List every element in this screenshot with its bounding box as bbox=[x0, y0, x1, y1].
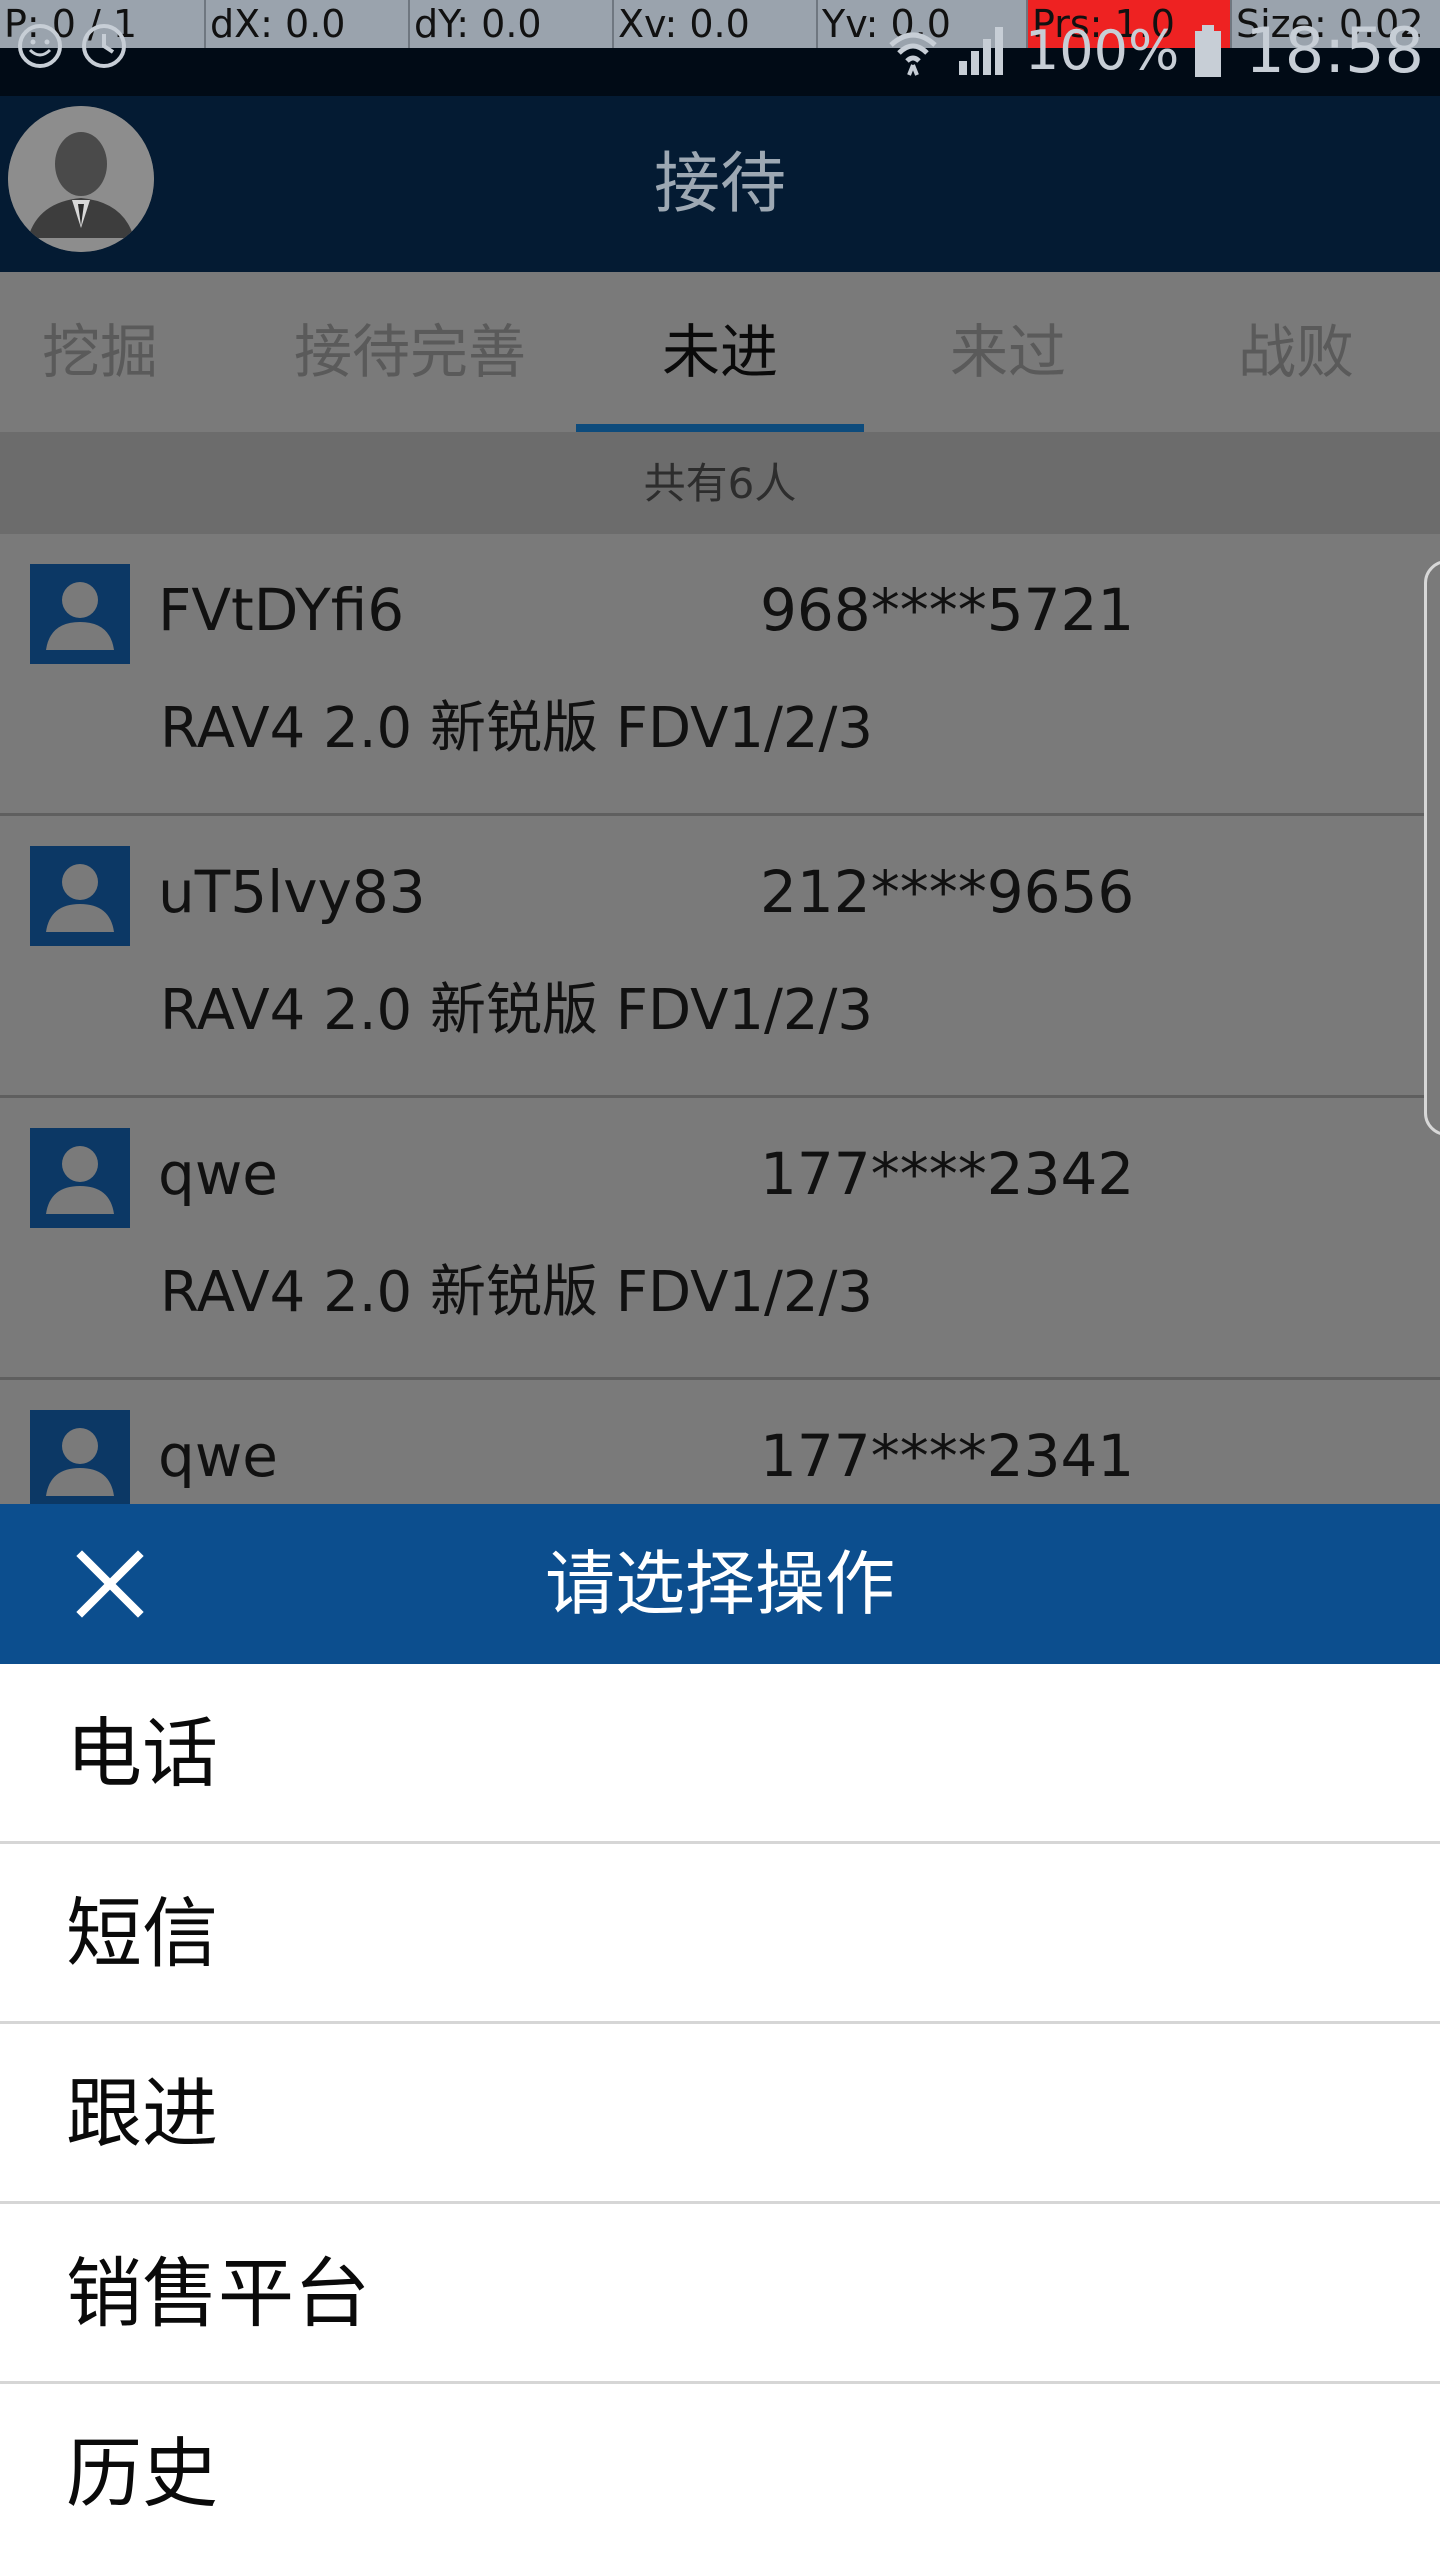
option-label: 销售平台 bbox=[66, 2249, 370, 2338]
customer-phone: 177****2341 bbox=[760, 1422, 1135, 1490]
contact-icon bbox=[30, 846, 130, 946]
option-sales-platform[interactable]: 销售平台 bbox=[0, 2204, 1440, 2384]
customer-model: RAV4 2.0 新锐版 FDV1/2/3 bbox=[160, 978, 874, 1043]
clock: 18:58 bbox=[1245, 14, 1424, 87]
customer-phone: 968****5721 bbox=[760, 576, 1135, 644]
tab-bar: 挖掘 接待完善 未进 来过 战败 bbox=[0, 272, 1440, 434]
signal-icon bbox=[958, 26, 1003, 75]
option-label: 电话 bbox=[66, 1709, 218, 1798]
debug-xv: Xv: 0.0 bbox=[612, 0, 816, 48]
tab-reception-complete[interactable]: 接待完善 bbox=[260, 272, 560, 432]
status-right-icons: 100% 18:58 bbox=[885, 14, 1424, 87]
active-tab-indicator bbox=[576, 424, 864, 432]
list-item[interactable]: uT5lvy83 212****9656 RAV4 2.0 新锐版 FDV1/2… bbox=[0, 816, 1440, 1098]
tab-defeated[interactable]: 战败 bbox=[1152, 272, 1440, 432]
action-dialog-header: 请选择操作 bbox=[0, 1504, 1440, 1664]
tab-not-entered[interactable]: 未进 bbox=[576, 272, 864, 432]
debug-dy: dY: 0.0 bbox=[408, 0, 612, 48]
status-left-icons bbox=[14, 18, 134, 78]
option-follow-up[interactable]: 跟进 bbox=[0, 2024, 1440, 2204]
contact-icon bbox=[30, 564, 130, 664]
customer-phone: 212****9656 bbox=[760, 858, 1135, 926]
list-item[interactable]: FVtDYfi6 968****5721 RAV4 2.0 新锐版 FDV1/2… bbox=[0, 534, 1440, 816]
customer-phone: 177****2342 bbox=[760, 1140, 1135, 1208]
contact-icon bbox=[30, 1128, 130, 1228]
list-item[interactable]: qwe 177****2341 bbox=[0, 1380, 1440, 1504]
option-label: 短信 bbox=[66, 1889, 218, 1978]
contact-icon bbox=[30, 1410, 130, 1504]
option-label: 跟进 bbox=[66, 2069, 218, 2158]
customer-name: qwe bbox=[158, 1140, 278, 1208]
customer-name: FVtDYfi6 bbox=[158, 576, 405, 644]
customer-list: FVtDYfi6 968****5721 RAV4 2.0 新锐版 FDV1/2… bbox=[0, 534, 1440, 1504]
customer-model: RAV4 2.0 新锐版 FDV1/2/3 bbox=[160, 696, 874, 761]
option-phone[interactable]: 电话 bbox=[0, 1664, 1440, 1844]
battery-percent: 100% bbox=[1024, 19, 1180, 82]
option-label: 历史 bbox=[66, 2429, 218, 2518]
option-history[interactable]: 历史 bbox=[0, 2384, 1440, 2560]
tab-dig[interactable]: 挖掘 bbox=[0, 272, 200, 432]
list-item[interactable]: qwe 177****2342 RAV4 2.0 新锐版 FDV1/2/3 bbox=[0, 1098, 1440, 1380]
debug-dx: dX: 0.0 bbox=[204, 0, 408, 48]
wifi-icon bbox=[889, 32, 937, 76]
tab-visited[interactable]: 来过 bbox=[864, 272, 1152, 432]
customer-name: uT5lvy83 bbox=[158, 858, 426, 926]
page-title: 接待 bbox=[654, 145, 786, 222]
customer-count: 共有6人 bbox=[0, 434, 1440, 534]
dialog-title: 请选择操作 bbox=[545, 1543, 895, 1625]
customer-model: RAV4 2.0 新锐版 FDV1/2/3 bbox=[160, 1260, 874, 1325]
side-drawer-handle[interactable] bbox=[1424, 560, 1440, 1136]
customer-name: qwe bbox=[158, 1422, 278, 1490]
option-sms[interactable]: 短信 bbox=[0, 1844, 1440, 2024]
battery-icon bbox=[1195, 24, 1222, 77]
notification-icons bbox=[18, 24, 126, 68]
app-header: 接待 bbox=[0, 96, 1440, 272]
